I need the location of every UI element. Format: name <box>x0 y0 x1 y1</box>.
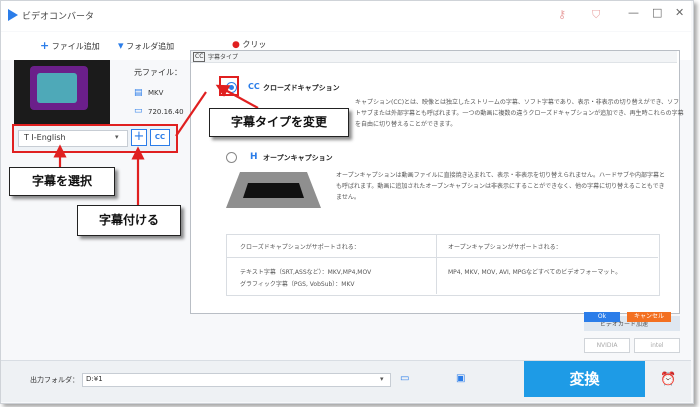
callout-change-type: 字幕タイプを変更 <box>209 108 349 137</box>
callout-add-sub: 字幕付ける <box>77 205 181 236</box>
callout-select-sub: 字幕を選択 <box>9 167 115 196</box>
annotation-arrows <box>53 76 259 205</box>
arrow-connector <box>175 91 207 137</box>
